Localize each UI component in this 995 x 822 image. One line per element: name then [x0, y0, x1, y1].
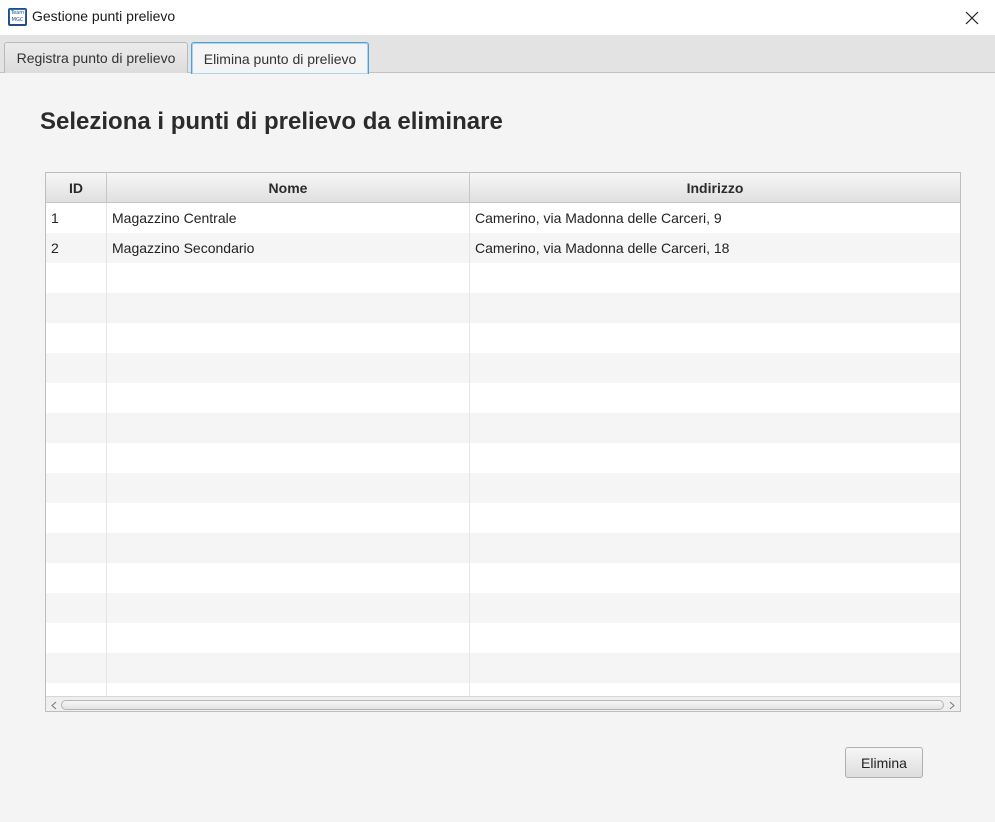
empty-cell	[470, 323, 960, 353]
window-title: Gestione punti prelievo	[32, 8, 176, 24]
cell-nome: Magazzino Secondario	[107, 233, 470, 263]
table-row[interactable]: 2 Magazzino Secondario Camerino, via Mad…	[46, 233, 960, 263]
empty-table-row	[46, 563, 960, 593]
empty-cell	[470, 263, 960, 293]
empty-cell	[470, 503, 960, 533]
cell-id: 2	[46, 233, 107, 263]
empty-cell	[107, 683, 470, 696]
empty-cell	[46, 323, 107, 353]
column-header-indirizzo[interactable]: Indirizzo	[470, 173, 960, 202]
table-body: 1 Magazzino Centrale Camerino, via Madon…	[46, 203, 960, 696]
empty-cell	[107, 353, 470, 383]
horizontal-scrollbar[interactable]	[46, 696, 960, 711]
tab-registra-punto[interactable]: Registra punto di prelievo	[4, 42, 188, 73]
title-bar: Team MGC Gestione punti prelievo	[0, 0, 995, 35]
empty-cell	[107, 593, 470, 623]
table-header: ID Nome Indirizzo	[46, 173, 960, 203]
cell-indirizzo: Camerino, via Madonna delle Carceri, 18	[475, 240, 730, 256]
cell-nome: Magazzino Centrale	[107, 203, 470, 233]
empty-cell	[46, 293, 107, 323]
empty-cell	[46, 353, 107, 383]
empty-cell	[107, 653, 470, 683]
empty-cell	[46, 653, 107, 683]
empty-table-row	[46, 593, 960, 623]
empty-cell	[46, 563, 107, 593]
column-header-nome[interactable]: Nome	[107, 173, 470, 202]
empty-cell	[46, 413, 107, 443]
app-logo-text-top: Team	[10, 10, 25, 17]
empty-cell	[107, 503, 470, 533]
empty-cell	[46, 533, 107, 563]
cell-indirizzo: Camerino, via Madonna delle Carceri, 9	[475, 210, 722, 226]
empty-cell	[107, 473, 470, 503]
app-logo-icon: Team MGC	[8, 8, 27, 26]
empty-table-row	[46, 323, 960, 353]
scroll-left-arrow-icon[interactable]	[47, 699, 61, 711]
empty-cell	[470, 473, 960, 503]
column-header-id[interactable]: ID	[46, 173, 107, 202]
empty-table-row	[46, 503, 960, 533]
empty-cell	[470, 593, 960, 623]
empty-cell	[46, 443, 107, 473]
tab-elimina-punto[interactable]: Elimina punto di prelievo	[191, 42, 369, 74]
cell-id: 1	[46, 203, 107, 233]
empty-cell	[46, 263, 107, 293]
app-logo-text-bottom: MGC	[10, 17, 25, 24]
empty-cell	[107, 323, 470, 353]
close-icon	[965, 11, 979, 24]
empty-cell	[46, 503, 107, 533]
table-row[interactable]: 1 Magazzino Centrale Camerino, via Madon…	[46, 203, 960, 233]
empty-cell	[107, 263, 470, 293]
empty-cell	[107, 563, 470, 593]
empty-cell	[107, 383, 470, 413]
empty-table-row	[46, 383, 960, 413]
empty-cell	[470, 623, 960, 653]
scrollbar-thumb[interactable]	[61, 700, 944, 710]
empty-table-row	[46, 413, 960, 443]
empty-cell	[46, 473, 107, 503]
empty-cell	[46, 383, 107, 413]
empty-cell	[470, 563, 960, 593]
empty-table-row	[46, 653, 960, 683]
close-button[interactable]	[949, 0, 995, 35]
empty-cell	[470, 353, 960, 383]
empty-table-row	[46, 683, 960, 696]
empty-cell	[470, 413, 960, 443]
empty-table-row	[46, 473, 960, 503]
empty-cell	[46, 623, 107, 653]
empty-cell	[107, 443, 470, 473]
empty-cell	[107, 623, 470, 653]
empty-cell	[107, 293, 470, 323]
empty-table-row	[46, 293, 960, 323]
empty-cell	[107, 413, 470, 443]
page-title: Seleziona i punti di prelievo da elimina…	[40, 108, 503, 135]
empty-table-row	[46, 263, 960, 293]
empty-table-row	[46, 533, 960, 563]
empty-cell	[470, 443, 960, 473]
tab-bar: Registra punto di prelievo Elimina punto…	[0, 35, 995, 74]
empty-cell	[470, 383, 960, 413]
punti-prelievo-table[interactable]: ID Nome Indirizzo 1 Magazzino Centrale C…	[45, 172, 961, 712]
empty-cell	[46, 593, 107, 623]
empty-cell	[46, 683, 107, 696]
empty-cell	[470, 293, 960, 323]
empty-table-row	[46, 353, 960, 383]
empty-cell	[470, 653, 960, 683]
empty-cell	[470, 533, 960, 563]
empty-table-row	[46, 623, 960, 653]
empty-table-row	[46, 443, 960, 473]
empty-cell	[470, 683, 960, 696]
empty-cell	[107, 533, 470, 563]
scroll-right-arrow-icon[interactable]	[945, 699, 959, 711]
elimina-button[interactable]: Elimina	[845, 747, 923, 778]
